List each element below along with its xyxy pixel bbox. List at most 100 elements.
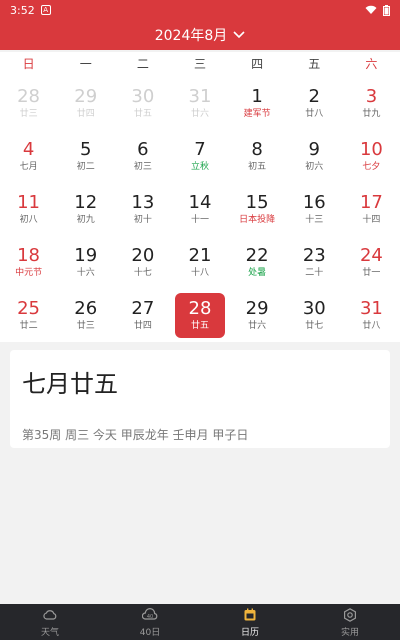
day-number: 28 <box>17 85 41 107</box>
day-cell[interactable]: 31 廿八 <box>343 289 400 342</box>
day-number: 17 <box>359 191 383 213</box>
day-cell[interactable]: 30 廿七 <box>286 289 343 342</box>
day-cell[interactable]: 17 十四 <box>343 182 400 235</box>
day-number: 1 <box>251 85 263 107</box>
day-number: 3 <box>365 85 378 107</box>
day-cell[interactable]: 11 初八 <box>0 182 57 235</box>
day-number: 28 <box>188 298 212 320</box>
day-number: 7 <box>194 138 206 160</box>
day-cell[interactable]: 18 中元节 <box>0 236 57 289</box>
status-time: 3:52 <box>10 3 35 17</box>
day-number: 13 <box>131 191 155 213</box>
calendar-grid: 28 廿三 29 廿四 30 廿五 31 廿六 1 建军节 2 廿八 3 廿九 4 七月 5 初二 6 初三 7 立秋 8 初… <box>0 76 400 342</box>
day-number: 19 <box>74 245 98 267</box>
date-info-card: 七月廿五 第35周 周三 今天 甲辰龙年 壬申月 甲子日 <box>10 350 390 448</box>
lunar-label: 初十 <box>133 214 152 225</box>
day-cell-selected[interactable]: 28 廿五 <box>171 289 228 342</box>
lunar-label: 廿六 <box>248 321 267 332</box>
lunar-label: 廿三 <box>76 321 95 332</box>
day-number: 14 <box>188 191 212 213</box>
day-cell[interactable]: 15 日本投降 <box>229 182 286 235</box>
day-cell[interactable]: 7 立秋 <box>171 129 228 182</box>
day-cell[interactable]: 24 廿一 <box>343 236 400 289</box>
day-cell[interactable]: 29 廿四 <box>57 76 114 129</box>
lunar-label: 廿五 <box>133 108 152 119</box>
notification-icon: A <box>40 5 51 15</box>
lunar-label: 廿八 <box>362 321 381 332</box>
svg-text:40: 40 <box>147 614 153 620</box>
battery-icon <box>383 4 390 16</box>
day-number: 18 <box>17 245 41 267</box>
weekday-tue: 二 <box>136 57 149 71</box>
lunar-label: 初九 <box>76 214 95 225</box>
day-cell[interactable]: 21 十八 <box>171 236 228 289</box>
day-number: 12 <box>74 191 98 213</box>
day-cell[interactable]: 26 廿三 <box>57 289 114 342</box>
lunar-label: 初五 <box>248 161 267 172</box>
tab-tools[interactable]: 实用 <box>300 604 400 640</box>
day-cell[interactable]: 14 十一 <box>171 182 228 235</box>
day-cell[interactable]: 6 初三 <box>114 129 171 182</box>
day-number: 30 <box>302 298 326 320</box>
tab-weather[interactable]: 天气 <box>0 604 100 640</box>
lunar-label: 初六 <box>305 161 324 172</box>
day-cell[interactable]: 19 十六 <box>57 236 114 289</box>
day-cell[interactable]: 16 十三 <box>286 182 343 235</box>
forecast-40-icon: 40 <box>142 607 158 620</box>
lunar-label: 十一 <box>190 214 209 225</box>
day-cell[interactable]: 23 二十 <box>286 236 343 289</box>
lunar-label: 十四 <box>362 214 381 225</box>
tab-calendar[interactable]: 日历 <box>200 604 300 640</box>
day-cell[interactable]: 25 廿二 <box>0 289 57 342</box>
lunar-label: 处暑 <box>248 268 267 279</box>
day-cell[interactable]: 22 处暑 <box>229 236 286 289</box>
day-number: 5 <box>79 138 92 160</box>
day-number: 29 <box>245 298 269 320</box>
day-number: 20 <box>131 245 155 267</box>
day-cell[interactable]: 31 廿六 <box>171 76 228 129</box>
day-number: 27 <box>131 298 155 320</box>
day-cell[interactable]: 3 廿九 <box>343 76 400 129</box>
day-cell[interactable]: 27 廿四 <box>114 289 171 342</box>
day-cell[interactable]: 28 廿三 <box>0 76 57 129</box>
day-cell[interactable]: 9 初六 <box>286 129 343 182</box>
lunar-label: 廿七 <box>305 321 324 332</box>
lunar-label: 建军节 <box>243 108 271 119</box>
lunar-label: 廿五 <box>190 321 209 332</box>
day-cell[interactable]: 29 廿六 <box>229 289 286 342</box>
day-cell[interactable]: 13 初十 <box>114 182 171 235</box>
day-number: 25 <box>17 298 41 320</box>
day-number: 8 <box>251 138 263 160</box>
weekday-sat: 六 <box>365 57 378 71</box>
day-cell[interactable]: 5 初二 <box>57 129 114 182</box>
lunar-label: 二十 <box>305 268 324 279</box>
lunar-label: 七夕 <box>362 161 381 172</box>
lunar-label: 七月 <box>19 161 38 172</box>
lunar-label: 日本投降 <box>239 214 276 225</box>
day-cell[interactable]: 4 七月 <box>0 129 57 182</box>
lunar-label: 立秋 <box>190 161 209 172</box>
day-cell[interactable]: 2 廿八 <box>286 76 343 129</box>
lunar-label: 十七 <box>133 268 152 279</box>
day-cell[interactable]: 20 十七 <box>114 236 171 289</box>
day-cell[interactable]: 12 初九 <box>57 182 114 235</box>
lunar-label: 廿八 <box>305 108 324 119</box>
day-cell[interactable]: 1 建军节 <box>229 76 286 129</box>
month-selector[interactable]: 2024年8月 <box>0 20 400 50</box>
calendar-icon <box>244 608 256 620</box>
lunar-label: 十三 <box>305 214 324 225</box>
lunar-label: 廿六 <box>190 108 209 119</box>
day-cell[interactable]: 10 七夕 <box>343 129 400 182</box>
day-cell[interactable]: 8 初五 <box>229 129 286 182</box>
tab-40day[interactable]: 40 40日 <box>100 604 200 640</box>
day-number: 29 <box>74 85 98 107</box>
lunar-label: 廿四 <box>133 321 152 332</box>
bottom-tab-bar: 天气 40 40日 日历 实用 <box>0 604 400 640</box>
lunar-label: 廿一 <box>362 268 381 279</box>
status-bar: 3:52 A <box>0 0 400 20</box>
lunar-label: 廿二 <box>19 321 38 332</box>
day-number: 31 <box>188 85 212 107</box>
day-number: 24 <box>359 245 383 267</box>
day-cell[interactable]: 30 廿五 <box>114 76 171 129</box>
lunar-label: 廿四 <box>76 108 95 119</box>
